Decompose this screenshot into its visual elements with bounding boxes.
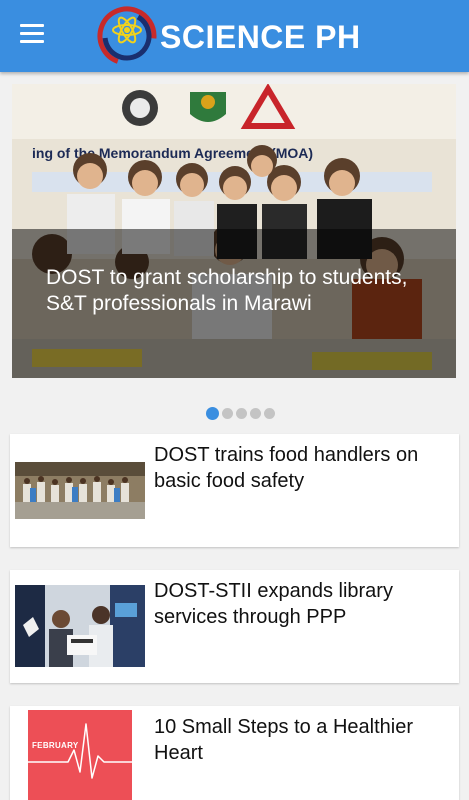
slider-dot-1[interactable]	[206, 407, 219, 420]
article-card-food-safety[interactable]: DOST trains food handlers on basic food …	[10, 434, 459, 547]
atom-logo-icon	[97, 6, 157, 66]
article-title[interactable]: DOST-STII expands library services throu…	[154, 578, 454, 630]
slider-dot-4[interactable]	[250, 408, 261, 419]
slider-dot-3[interactable]	[236, 408, 247, 419]
featured-article-slide[interactable]: ing of the Memorandum Agreement (MOA) DO…	[12, 84, 456, 378]
article-card-library-services[interactable]: DOST-STII expands library services throu…	[10, 570, 459, 683]
featured-article-title[interactable]: DOST to grant scholarship to students, S…	[46, 265, 446, 317]
slider-pagination	[206, 407, 275, 422]
app-title: SCIENCE PH	[160, 19, 361, 55]
article-card-healthier-heart[interactable]: FEBRUARY 10 Small Steps to a Healthier H…	[10, 706, 459, 800]
article-thumbnail: FEBRUARY	[28, 710, 132, 800]
hamburger-menu-icon[interactable]	[20, 24, 48, 48]
heartbeat-line-icon	[28, 723, 132, 779]
article-title[interactable]: DOST trains food handlers on basic food …	[154, 442, 454, 494]
article-title[interactable]: 10 Small Steps to a Healthier Heart	[154, 714, 454, 766]
article-thumbnail	[15, 585, 145, 667]
article-thumbnail	[15, 462, 145, 519]
slider-dot-5[interactable]	[264, 408, 275, 419]
app-bar: SCIENCE PH	[0, 0, 469, 72]
slider-dot-2[interactable]	[222, 408, 233, 419]
